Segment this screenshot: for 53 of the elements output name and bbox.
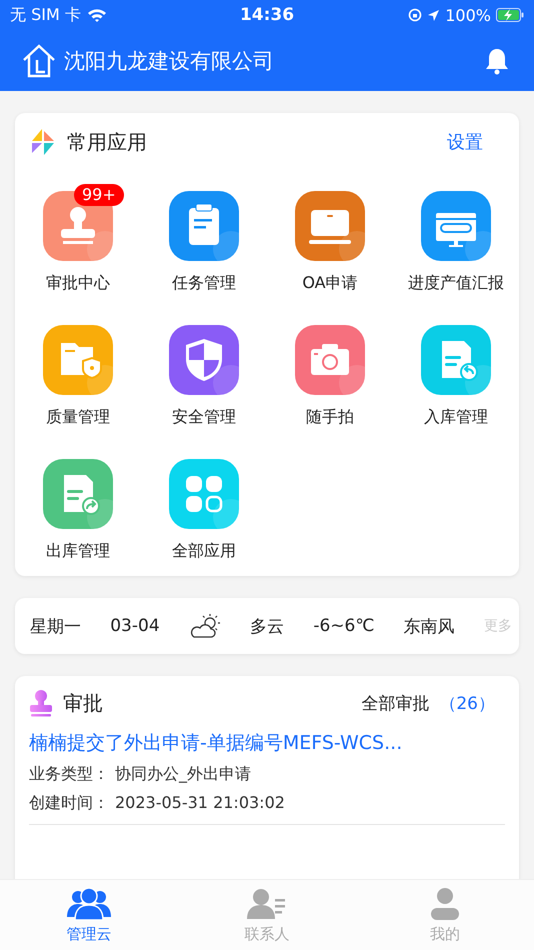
weekday-text: 星期一 — [30, 616, 81, 638]
app-label: 审批中心 — [46, 273, 110, 294]
notification-bell-icon[interactable] — [484, 46, 510, 74]
battery-percent: 100% — [445, 6, 491, 24]
person-icon — [428, 886, 462, 920]
shield-app-icon[interactable] — [169, 325, 239, 395]
tab-item[interactable]: 联系人 — [212, 886, 322, 944]
doc-in-app-icon[interactable] — [421, 325, 491, 395]
pinwheel-icon — [29, 128, 57, 156]
wifi-icon — [86, 8, 107, 22]
partly-cloudy-icon — [188, 613, 221, 639]
clock-time: 14:36 — [240, 5, 294, 25]
app-label: 出库管理 — [46, 541, 110, 562]
all-approvals-link[interactable]: 全部审批 — [361, 692, 430, 714]
battery-charging-icon — [496, 8, 524, 22]
created-time-value: 2023-05-31 21:03:02 — [115, 793, 285, 814]
app-label: 进度产值汇报 — [408, 273, 504, 294]
clipboard-app-icon[interactable] — [169, 191, 239, 261]
doc-out-app-icon[interactable] — [43, 459, 113, 529]
app-label: 随手拍 — [306, 407, 354, 428]
approval-title-link[interactable]: 楠楠提交了外出申请-单据编号MEFS-WCS... — [29, 730, 505, 756]
app-label: 任务管理 — [172, 273, 236, 294]
grid-app-icon[interactable] — [169, 459, 239, 529]
house-logo-icon — [22, 44, 56, 78]
approvals-count: （26） — [439, 692, 495, 714]
condition-text: 多云 — [250, 616, 284, 638]
field-label: 创建时间： — [29, 793, 109, 814]
app-label: 全部应用 — [172, 541, 236, 562]
tab-item[interactable]: 我的 — [390, 886, 500, 944]
count-badge: 99+ — [74, 184, 124, 206]
laptop-app-icon[interactable] — [295, 191, 365, 261]
stamp-icon — [29, 689, 53, 717]
section-title: 审批 — [63, 690, 104, 716]
monitor-app-icon[interactable] — [421, 191, 491, 261]
rotation-lock-icon — [408, 8, 422, 22]
camera-app-icon[interactable] — [295, 325, 365, 395]
carrier-label: 无 SIM 卡 — [10, 4, 81, 26]
folder-app-icon[interactable] — [43, 325, 113, 395]
wind-text: 东南风 — [404, 616, 455, 638]
location-arrow-icon — [427, 8, 440, 22]
company-title: 沈阳九龙建设有限公司 — [64, 48, 275, 74]
business-type-value: 协同办公_外出申请 — [115, 764, 251, 785]
date-text: 03-04 — [110, 616, 160, 636]
tab-item[interactable]: 管理云 — [34, 886, 144, 944]
people-group-icon — [66, 886, 112, 920]
field-label: 业务类型： — [29, 764, 109, 785]
app-label: 入库管理 — [424, 407, 488, 428]
section-title: 常用应用 — [67, 128, 148, 156]
settings-link[interactable]: 设置 — [447, 130, 483, 154]
app-label: 质量管理 — [46, 407, 110, 428]
temperature-text: -6~6℃ — [313, 616, 374, 636]
app-label: 安全管理 — [172, 407, 236, 428]
app-label: OA申请 — [302, 273, 358, 294]
